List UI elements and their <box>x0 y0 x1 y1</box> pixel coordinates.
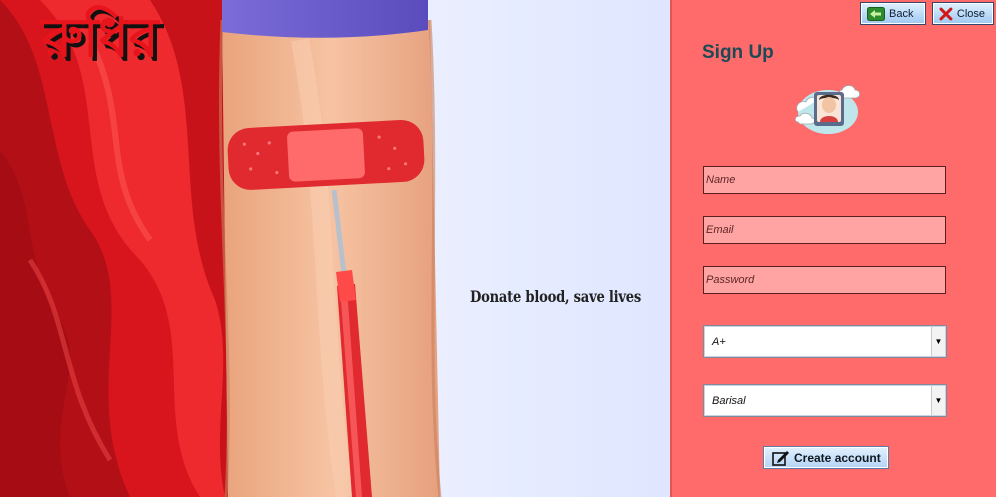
password-placeholder: Password <box>706 274 755 286</box>
chevron-down-icon[interactable]: ▼ <box>931 327 945 356</box>
user-avatar-icon <box>794 85 861 134</box>
name-field[interactable]: Name <box>703 166 946 194</box>
chevron-down-icon[interactable]: ▼ <box>931 386 945 415</box>
name-placeholder: Name <box>706 174 736 186</box>
edit-icon <box>772 450 789 466</box>
email-field[interactable]: Email <box>703 216 946 244</box>
password-field[interactable]: Password <box>703 266 946 294</box>
back-arrow-icon <box>867 6 885 21</box>
hero-illustration: রুধির রুধির Donate blood, save lives <box>0 0 670 497</box>
create-account-label: Create account <box>794 450 881 465</box>
back-label: Back <box>889 7 914 20</box>
brand-tagline: Donate blood, save lives <box>470 287 641 306</box>
close-button[interactable]: Close <box>932 2 994 25</box>
email-placeholder: Email <box>706 224 734 236</box>
brand-logo: রুধির রুধির <box>40 5 165 68</box>
blood-donation-illustration <box>0 0 442 497</box>
blood-group-select[interactable]: A+ ▼ <box>703 325 947 358</box>
city-select[interactable]: Barisal ▼ <box>703 384 947 417</box>
city-value: Barisal <box>712 394 746 407</box>
back-button[interactable]: Back <box>860 2 926 25</box>
signup-panel: Back Close Sign Up Name Email Password A… <box>670 0 996 497</box>
page-title: Sign Up <box>702 42 774 63</box>
create-account-button[interactable]: Create account <box>763 446 889 469</box>
blood-group-value: A+ <box>712 335 726 348</box>
close-x-icon <box>939 7 953 20</box>
close-label: Close <box>956 7 985 20</box>
svg-text:রুধির: রুধির <box>40 5 161 68</box>
